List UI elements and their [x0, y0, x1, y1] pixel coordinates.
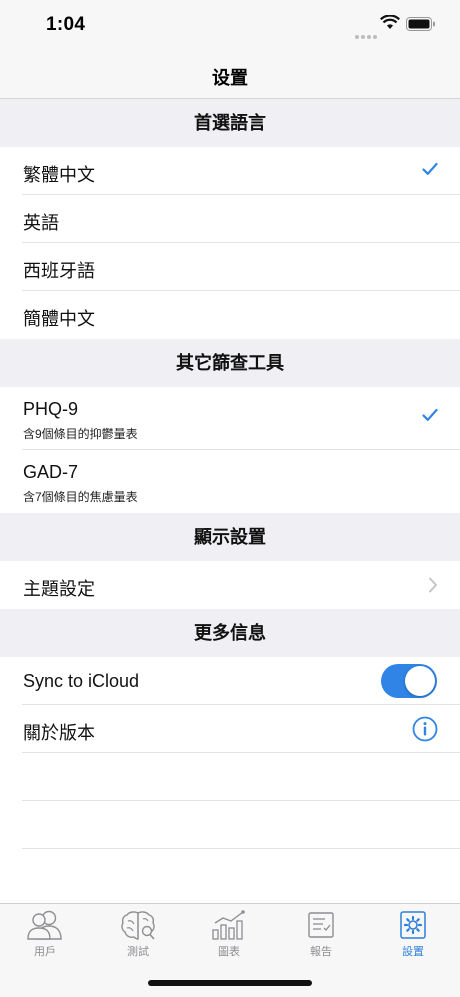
status-time: 1:04: [46, 14, 86, 35]
language-option-label: 西班牙語: [23, 261, 95, 281]
tab-label: 報告: [310, 946, 332, 958]
battery-icon: [406, 17, 435, 31]
home-indicator: [148, 980, 312, 986]
section-header-display: 顯示設置: [0, 513, 460, 561]
sync-icloud-toggle[interactable]: [381, 664, 437, 698]
navigation-bar: 设置: [0, 52, 460, 99]
about-version-row[interactable]: 關於版本: [0, 705, 460, 753]
tab-settings[interactable]: 設置: [373, 909, 453, 959]
sync-icloud-row: Sync to iCloud: [0, 657, 460, 705]
about-version-label: 關於版本: [23, 723, 95, 743]
theme-settings-row[interactable]: 主題設定: [0, 561, 460, 609]
status-bar: 1:04: [0, 0, 460, 52]
tool-option-detail: 含7個條目的焦慮量表: [23, 490, 138, 504]
theme-settings-label: 主題設定: [23, 579, 95, 599]
tool-option-detail: 含9個條目的抑鬱量表: [23, 427, 138, 441]
brain-icon: [121, 911, 155, 940]
tab-users[interactable]: 用戶: [5, 909, 85, 959]
section-header-tools: 其它篩查工具: [0, 339, 460, 387]
tab-charts[interactable]: 圖表: [189, 909, 269, 959]
empty-row: [0, 801, 460, 849]
tool-option-label: GAD-7: [23, 462, 79, 482]
tab-label: 圖表: [218, 946, 240, 958]
language-option-label: 英語: [23, 213, 59, 233]
checkmark-icon: [422, 162, 438, 175]
language-option-label: 繁體中文: [23, 165, 95, 185]
empty-row: [0, 753, 460, 801]
tool-option-gad7[interactable]: GAD-7 含7個條目的焦慮量表: [0, 450, 460, 513]
language-option-english[interactable]: 英語: [0, 195, 460, 243]
language-option-spanish[interactable]: 西班牙語: [0, 243, 460, 291]
chevron-right-icon: [429, 577, 437, 593]
sync-icloud-label: Sync to iCloud: [23, 671, 140, 691]
chart-icon: [212, 910, 245, 940]
page-title: 设置: [212, 68, 248, 88]
section-header-language: 首選語言: [0, 99, 460, 147]
tab-reports[interactable]: 報告: [281, 909, 361, 959]
language-option-traditional-chinese[interactable]: 繁體中文: [0, 147, 460, 195]
language-option-label: 簡體中文: [23, 309, 95, 329]
settings-icon: [400, 911, 426, 939]
cellular-signal-icon: [355, 26, 379, 44]
info-icon[interactable]: [412, 716, 438, 742]
settings-list: 首選語言 繁體中文 英語 西班牙語 簡體中文 其它篩查工具 PHQ-9 含9個條…: [0, 99, 460, 849]
tab-label: 設置: [402, 946, 424, 958]
toggle-knob: [405, 666, 435, 696]
row-separator: [22, 848, 460, 849]
tab-label: 測試: [127, 946, 149, 958]
report-icon: [308, 912, 334, 938]
tool-option-label: PHQ-9: [23, 399, 79, 419]
language-option-simplified-chinese[interactable]: 簡體中文: [0, 291, 460, 339]
tab-label: 用戶: [34, 946, 56, 958]
section-header-more-info: 更多信息: [0, 609, 460, 657]
checkmark-icon: [422, 408, 438, 421]
tab-tests[interactable]: 測試: [98, 909, 178, 959]
wifi-icon: [380, 15, 400, 29]
users-icon: [27, 910, 62, 940]
tool-option-phq9[interactable]: PHQ-9 含9個條目的抑鬱量表: [0, 387, 460, 450]
